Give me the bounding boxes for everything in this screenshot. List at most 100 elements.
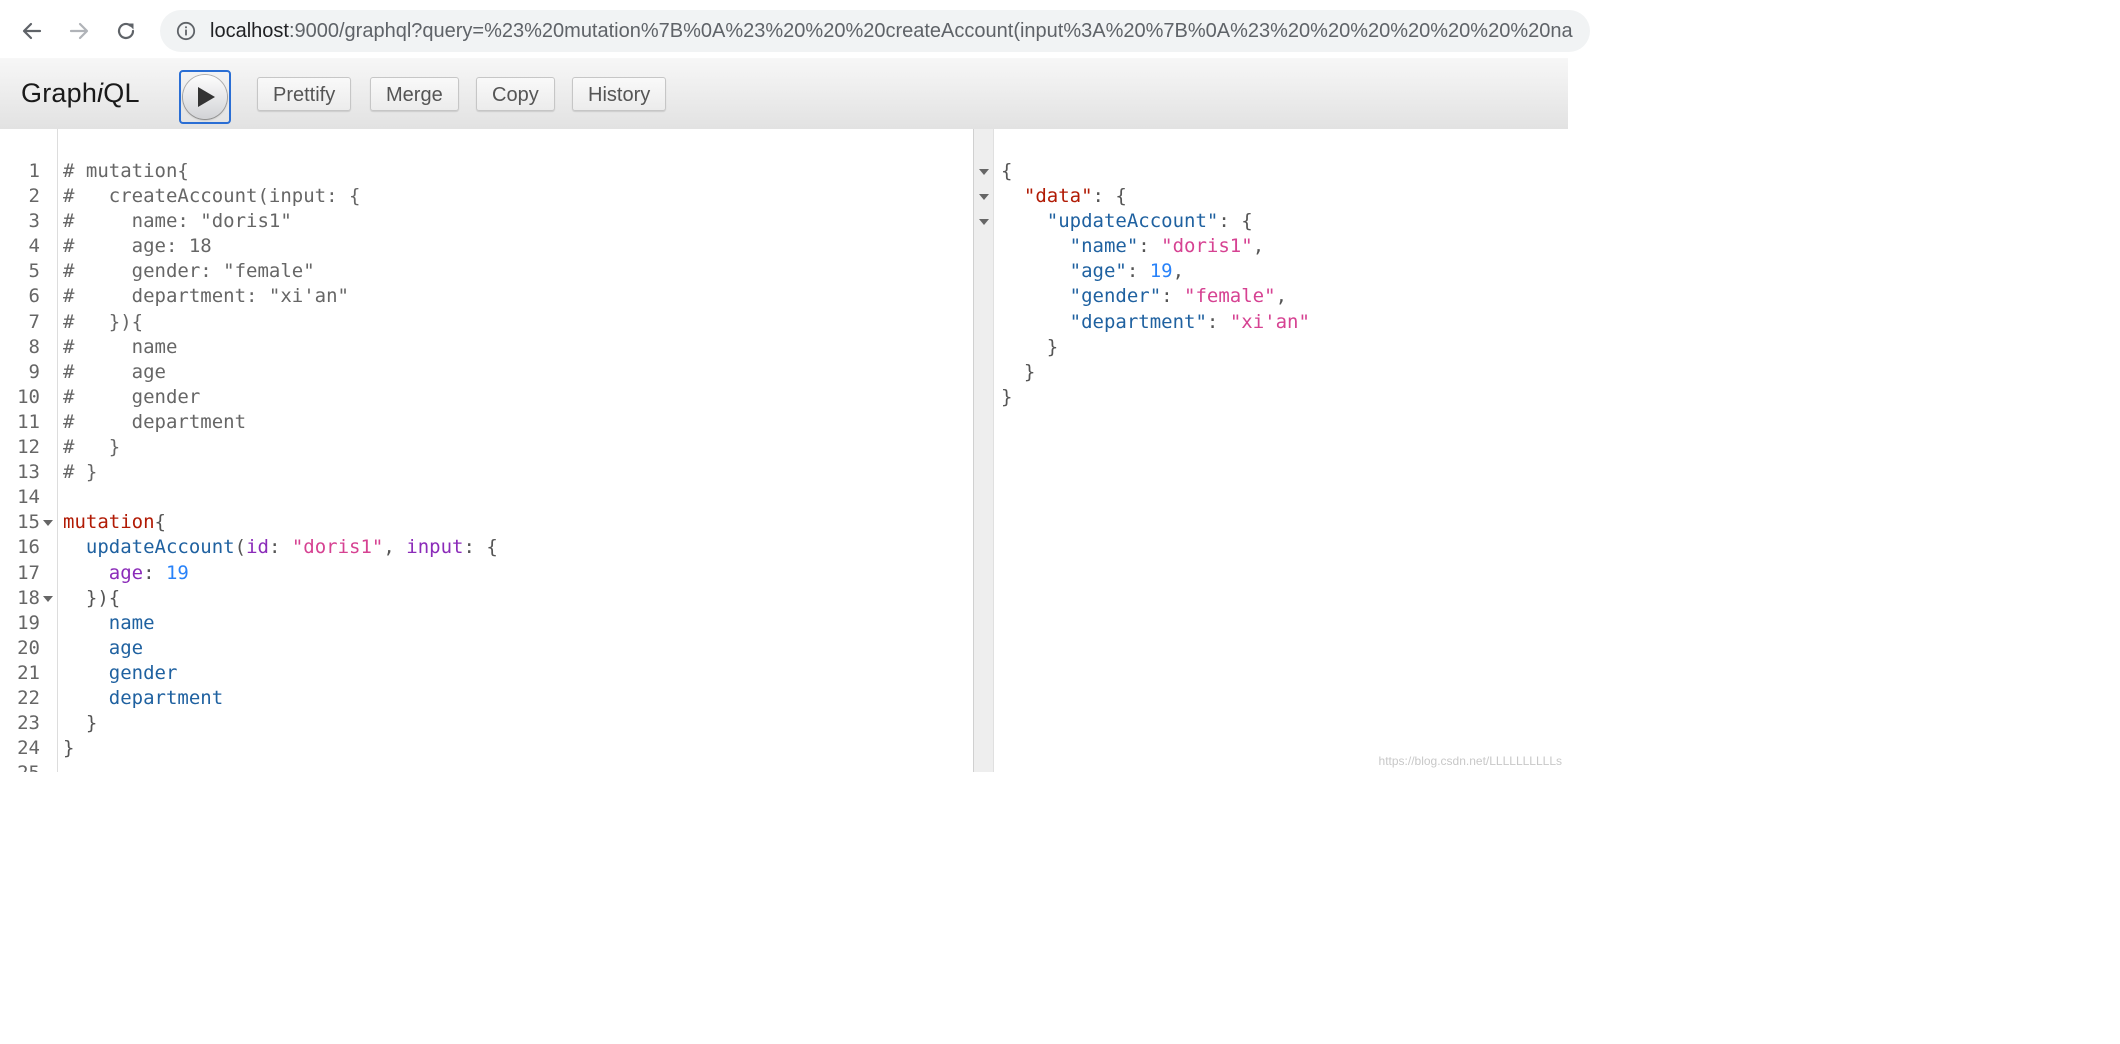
line-number: 8 — [28, 335, 40, 358]
code-line-text: gender — [63, 661, 178, 686]
code-line[interactable]: 24} — [0, 736, 973, 761]
code-line[interactable]: 10 # gender — [0, 385, 973, 410]
code-line[interactable]: 20 age — [0, 636, 973, 661]
code-token: # mutation{ — [63, 160, 189, 182]
browser-toolbar: localhost:9000/graphql?query=%23%20mutat… — [0, 0, 1590, 59]
graphiql-logo: GraphiQL — [21, 58, 140, 129]
code-token: age — [108, 636, 144, 659]
code-line-text: # age — [63, 360, 166, 385]
reload-icon — [117, 22, 135, 40]
result-line: "age": 19, — [974, 259, 1568, 284]
query-editor[interactable]: 1 # mutation{2 # createAccount(input: {3 # … — [0, 129, 973, 772]
code-line[interactable]: 6 # department: "xi'an" — [0, 284, 973, 309]
code-token: # department: "xi'an" — [63, 285, 349, 308]
code-line[interactable]: 1 # mutation{ — [0, 159, 973, 184]
json-token: "data" — [1023, 185, 1093, 208]
merge-button[interactable]: Merge — [370, 77, 459, 111]
result-line: "name": "doris1", — [974, 234, 1568, 259]
code-line-text: updateAccount(id: "doris1", input: { — [63, 535, 498, 560]
line-number: 10 — [17, 385, 40, 408]
code-line[interactable]: 16 updateAccount(id: "doris1", input: { — [0, 535, 973, 560]
code-line[interactable]: 4 # age: 18 — [0, 234, 973, 259]
fold-arrow-icon[interactable] — [979, 219, 989, 226]
prettify-button[interactable]: Prettify — [257, 77, 352, 111]
code-line[interactable]: 7 # }){ — [0, 310, 973, 335]
result-line: "data": { — [974, 184, 1568, 209]
code-line[interactable]: 22 department — [0, 686, 973, 711]
line-number: 23 — [17, 712, 40, 735]
code-line[interactable]: 18 }){ — [0, 586, 973, 611]
code-line[interactable]: 9 # age — [0, 360, 973, 385]
code-line[interactable]: 14 — [0, 485, 973, 510]
fold-arrow-icon[interactable] — [43, 595, 53, 602]
execute-button[interactable] — [183, 75, 227, 119]
code-token: # createAccount(input: { — [63, 185, 361, 208]
code-token: # gender: "female" — [63, 260, 315, 283]
line-number: 19 — [17, 611, 40, 634]
json-token: "updateAccount" — [1046, 210, 1219, 233]
fold-arrow-icon[interactable] — [43, 520, 53, 527]
code-token: }){ — [63, 586, 121, 609]
code-line[interactable]: 12 # } — [0, 435, 973, 460]
code-line[interactable]: 5 # gender: "female" — [0, 259, 973, 284]
code-token: age — [108, 561, 144, 584]
result-viewer[interactable]: { "data": { "updateAccount": { "name": "… — [974, 129, 1568, 772]
line-number: 15 — [17, 511, 40, 534]
back-button[interactable] — [14, 13, 50, 49]
code-line[interactable]: 11 # department — [0, 410, 973, 435]
history-button[interactable]: History — [572, 77, 667, 111]
code-line[interactable]: 15 mutation{ — [0, 510, 973, 535]
code-token: , — [383, 536, 407, 559]
address-bar[interactable]: localhost:9000/graphql?query=%23%20mutat… — [160, 10, 1590, 52]
line-number: 20 — [17, 636, 40, 659]
code-line[interactable]: 23 } — [0, 711, 973, 736]
forward-button[interactable] — [61, 13, 97, 49]
line-number: 7 — [28, 310, 40, 333]
code-line-text: age — [63, 636, 143, 661]
code-line[interactable]: 3 # name: "doris1" — [0, 209, 973, 234]
code-line-text: }){ — [63, 586, 120, 611]
play-icon — [198, 87, 215, 107]
query-code-lines[interactable]: 1 # mutation{2 # createAccount(input: {3 # … — [0, 159, 973, 772]
code-line[interactable]: 19 name — [0, 611, 973, 636]
code-line-text: mutation{ — [63, 510, 166, 535]
code-token: # age — [63, 360, 166, 383]
code-token: # } — [63, 436, 121, 459]
url-host: localhost — [210, 20, 289, 42]
watermark-text: https://blog.csdn.net/LLLLLLLLLLs — [1378, 754, 1562, 768]
code-line[interactable]: 13 # } — [0, 460, 973, 485]
logo-suffix: QL — [103, 78, 140, 108]
json-token: , — [1252, 235, 1265, 258]
code-token: ( — [234, 536, 247, 559]
code-line[interactable]: 17 age: 19 — [0, 561, 973, 586]
url-text[interactable]: localhost:9000/graphql?query=%23%20mutat… — [210, 10, 1573, 52]
info-icon[interactable] — [176, 21, 196, 41]
fold-arrow-icon[interactable] — [979, 194, 989, 201]
line-number: 14 — [17, 486, 40, 509]
fold-arrow-icon[interactable] — [979, 169, 989, 175]
code-line[interactable]: 21 gender — [0, 661, 973, 686]
json-token: , — [1275, 285, 1288, 308]
line-number: 3 — [28, 210, 40, 233]
result-line: "updateAccount": { — [974, 209, 1568, 234]
reload-button[interactable] — [108, 13, 144, 49]
result-line: } — [974, 335, 1568, 360]
copy-button[interactable]: Copy — [476, 77, 555, 111]
json-token: "female" — [1184, 285, 1276, 308]
line-number: 9 — [28, 360, 40, 383]
code-line[interactable]: 25 — [0, 761, 973, 772]
result-line-text: "department": "xi'an" — [1001, 310, 1310, 335]
code-token: : — [143, 561, 166, 584]
code-line[interactable]: 8 # name — [0, 335, 973, 360]
result-line-text: "age": 19, — [1001, 259, 1184, 284]
json-token: : { — [1092, 185, 1127, 208]
code-line[interactable]: 2 # createAccount(input: { — [0, 184, 973, 209]
line-number: 17 — [17, 561, 40, 584]
